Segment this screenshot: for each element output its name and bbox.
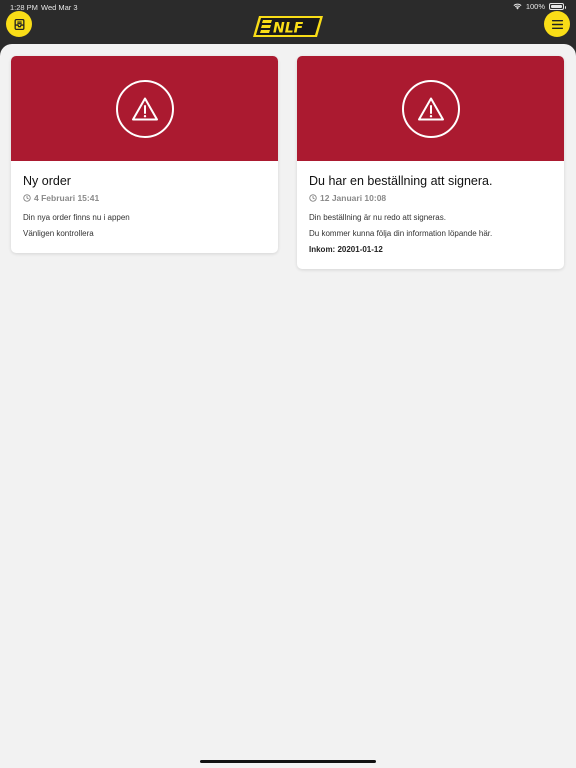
card-time-text: 4 Februari 15:41 [34,193,100,203]
alert-circle [401,79,460,138]
card-title: Ny order [23,174,71,188]
alert-circle [115,79,174,138]
inbox-button[interactable] [6,11,32,37]
card-text-line: Din nya order finns nu i appen [23,213,130,222]
card-timestamp: 4 Februari 15:41 [23,192,267,204]
alert-triangle-icon [417,97,444,120]
clock-icon [23,194,31,202]
card-text-line: Din beställning är nu redo att signeras. [309,213,446,222]
card-text-line: Vänligen kontrollera [23,229,94,238]
app-header: NLF [0,0,576,46]
card-body: Du har en beställning att signera. 12 Ja… [297,161,564,255]
main-content: Ny order 4 Februari 15:41 Din nya order … [0,44,576,768]
inbox-icon [14,18,24,30]
menu-button[interactable] [544,11,570,37]
nlf-logo: NLF [253,16,323,37]
home-indicator[interactable] [200,760,376,763]
alert-triangle-icon [131,97,158,120]
logo-text: NLF [273,21,304,37]
notification-card[interactable]: Ny order 4 Februari 15:41 Din nya order … [11,56,278,253]
card-timestamp: 12 Januari 10:08 [309,192,553,204]
card-time-text: 12 Januari 10:08 [320,193,387,203]
menu-icon [551,19,563,29]
card-received-date: Inkom: 20201-01-12 [309,245,383,254]
notification-card[interactable]: Du har en beställning att signera. 12 Ja… [297,56,564,269]
card-body: Ny order 4 Februari 15:41 Din nya order … [11,161,278,239]
card-text-line: Du kommer kunna följa din information lö… [309,229,493,238]
card-banner [297,56,564,161]
card-title: Du har en beställning att signera. [309,174,493,188]
clock-icon [309,194,317,202]
card-banner [11,56,278,161]
